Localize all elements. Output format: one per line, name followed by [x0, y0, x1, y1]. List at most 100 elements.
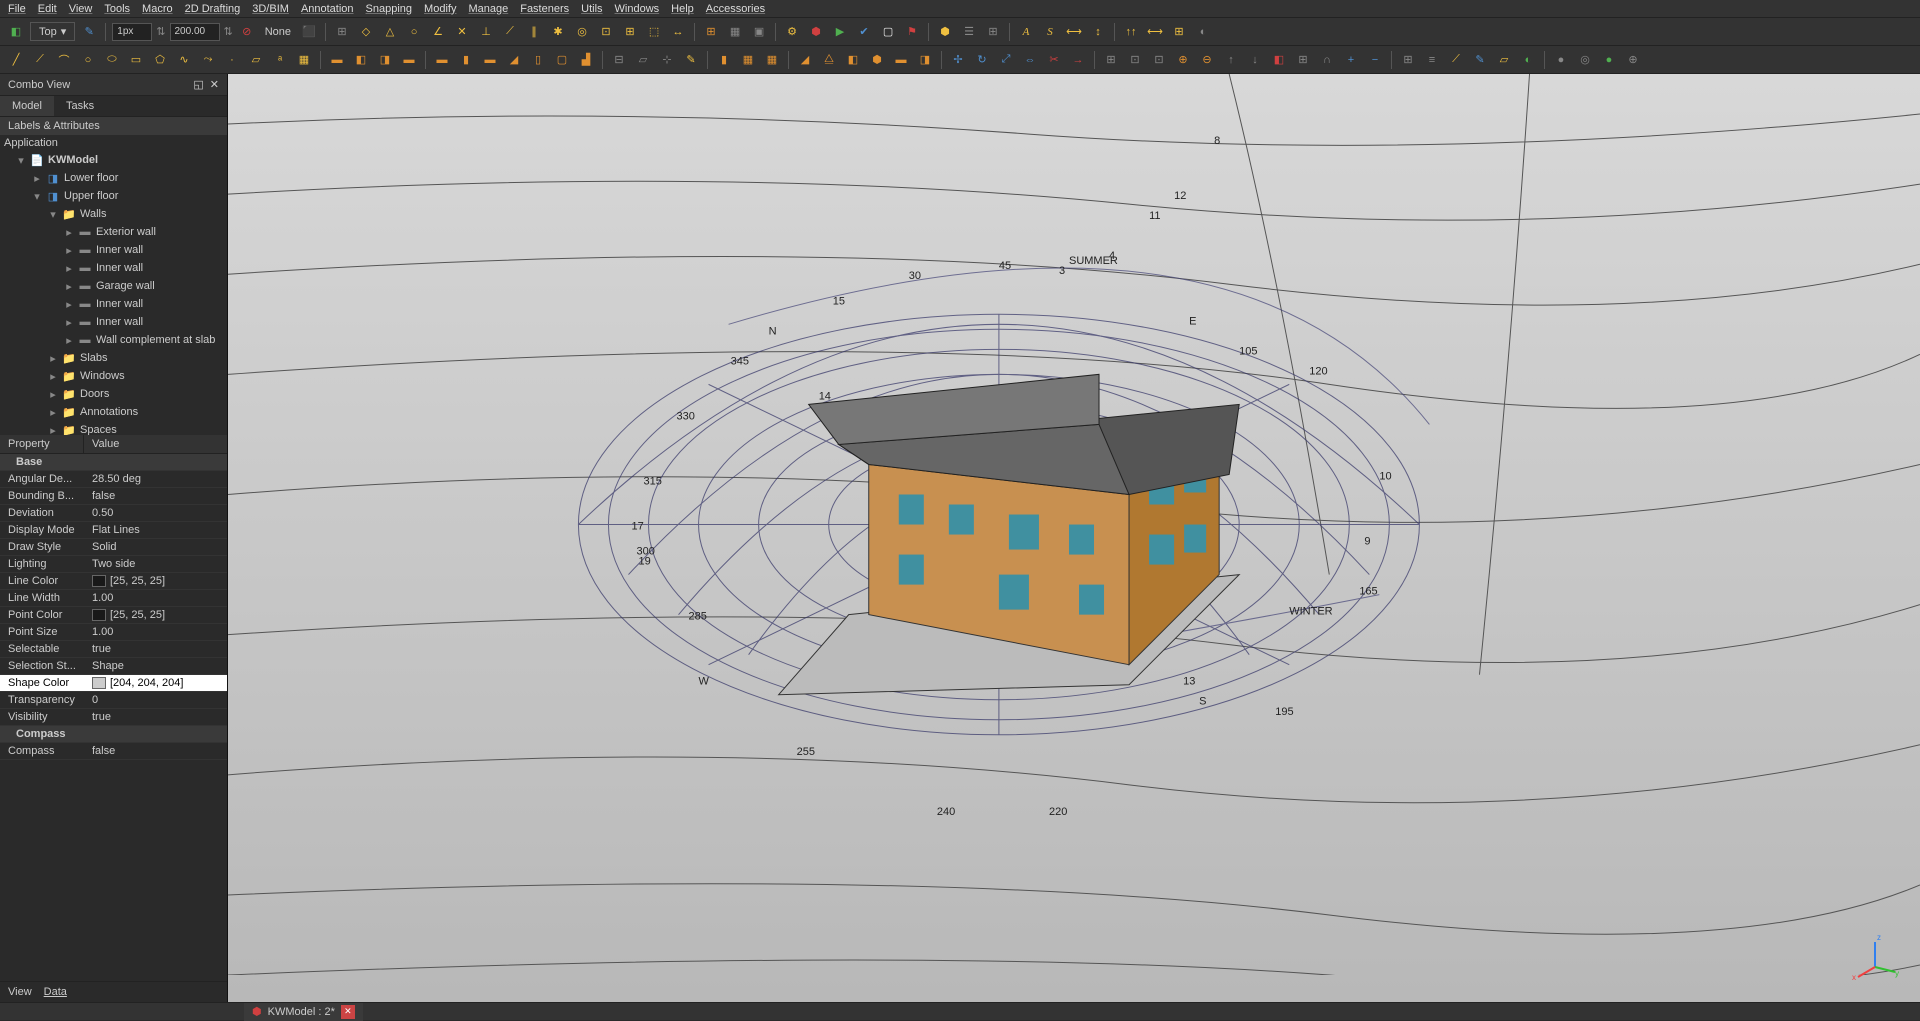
- menu-snapping[interactable]: Snapping: [366, 3, 413, 15]
- prop-display-mode[interactable]: Display ModeFlat Lines: [0, 522, 227, 539]
- prop-line-color[interactable]: Line Color[25, 25, 25]: [0, 573, 227, 590]
- prop-angular-de-[interactable]: Angular De...28.50 deg: [0, 471, 227, 488]
- hatch-icon[interactable]: ▦: [294, 50, 314, 70]
- menu-utils[interactable]: Utils: [581, 3, 602, 15]
- tree-application[interactable]: Application: [0, 135, 227, 151]
- snap-ext-icon[interactable]: ⟋: [500, 22, 520, 42]
- prop-deviation[interactable]: Deviation0.50: [0, 505, 227, 522]
- prop-compass[interactable]: Compassfalse: [0, 743, 227, 760]
- menu-modify[interactable]: Modify: [424, 3, 456, 15]
- bolt-icon[interactable]: ⚙: [782, 22, 802, 42]
- tree-inner-wall[interactable]: ▸▬Inner wall: [0, 259, 227, 277]
- size-input[interactable]: [170, 23, 220, 41]
- beam-icon[interactable]: ▬: [480, 50, 500, 70]
- extend-icon[interactable]: →: [1068, 50, 1088, 70]
- snap-wp-icon[interactable]: ⬚: [644, 22, 664, 42]
- menu-edit[interactable]: Edit: [38, 3, 57, 15]
- brush-icon[interactable]: ✎: [79, 22, 99, 42]
- tree-exterior-wall[interactable]: ▸▬Exterior wall: [0, 223, 227, 241]
- text-a-icon[interactable]: A: [1016, 22, 1036, 42]
- snap-dim-icon[interactable]: ↔: [668, 22, 688, 42]
- flag-icon[interactable]: ⚑: [902, 22, 922, 42]
- tab-tasks[interactable]: Tasks: [54, 96, 106, 116]
- px-input[interactable]: [112, 23, 152, 41]
- truss-icon[interactable]: ⧋: [819, 50, 839, 70]
- line-icon[interactable]: ╱: [6, 50, 26, 70]
- tree-spaces[interactable]: ▸📁Spaces: [0, 421, 227, 435]
- scale-icon[interactable]: ⤢: [996, 50, 1016, 70]
- group-icon[interactable]: ⊞: [1398, 50, 1418, 70]
- dim-4-icon[interactable]: ⟷: [1145, 22, 1165, 42]
- door-icon[interactable]: ▯: [528, 50, 548, 70]
- dim-1-icon[interactable]: ⟷: [1064, 22, 1084, 42]
- polyline-icon[interactable]: ⟋: [30, 50, 50, 70]
- furniture-icon[interactable]: ▬: [891, 50, 911, 70]
- split-icon[interactable]: ⊖: [1197, 50, 1217, 70]
- tree-upper-floor[interactable]: ▾◨Upper floor: [0, 187, 227, 205]
- tree-garage-wall[interactable]: ▸▬Garage wall: [0, 277, 227, 295]
- menu-file[interactable]: File: [8, 3, 26, 15]
- menu-manage[interactable]: Manage: [468, 3, 508, 15]
- roof2-icon[interactable]: ◢: [795, 50, 815, 70]
- layer-icon[interactable]: ≡: [1422, 50, 1442, 70]
- window-icon[interactable]: ▢: [552, 50, 572, 70]
- common-icon[interactable]: ∩: [1317, 50, 1337, 70]
- arc-icon[interactable]: ⌒: [54, 50, 74, 70]
- slab-icon[interactable]: ▬: [432, 50, 452, 70]
- menu-macro[interactable]: Macro: [142, 3, 173, 15]
- dim-3-icon[interactable]: ↑↑: [1121, 22, 1141, 42]
- menu-fasteners[interactable]: Fasteners: [520, 3, 569, 15]
- moon-icon[interactable]: ◐: [1193, 22, 1213, 42]
- menu-help[interactable]: Help: [671, 3, 694, 15]
- trim-icon[interactable]: ✂: [1044, 50, 1064, 70]
- equip-icon[interactable]: ⬢: [867, 50, 887, 70]
- tree-wall-complement[interactable]: ▸▬Wall complement at slab: [0, 331, 227, 349]
- grid2-icon[interactable]: ⊞: [1169, 22, 1189, 42]
- shapestring-icon[interactable]: ᵃ: [270, 50, 290, 70]
- upgrade-icon[interactable]: ↑: [1221, 50, 1241, 70]
- text-s-icon[interactable]: S: [1040, 22, 1060, 42]
- globe-icon[interactable]: ●: [1599, 50, 1619, 70]
- snap-parallel-icon[interactable]: ∥: [524, 22, 544, 42]
- chart-icon[interactable]: ▮: [714, 50, 734, 70]
- circle-icon[interactable]: ○: [78, 50, 98, 70]
- clone-icon[interactable]: ⊡: [1125, 50, 1145, 70]
- point-icon[interactable]: ·: [222, 50, 242, 70]
- tab-model[interactable]: Model: [0, 96, 54, 116]
- menu-3d-bim[interactable]: 3D/BIM: [252, 3, 289, 15]
- cut-icon[interactable]: ◧: [1269, 50, 1289, 70]
- snap-special-icon[interactable]: ✱: [548, 22, 568, 42]
- snap-center-icon[interactable]: ○: [404, 22, 424, 42]
- earth-icon[interactable]: ⊕: [1623, 50, 1643, 70]
- cube-icon[interactable]: ◧: [351, 50, 371, 70]
- window-icon[interactable]: ⊞: [701, 22, 721, 42]
- menu-annotation[interactable]: Annotation: [301, 3, 354, 15]
- menu-accessories[interactable]: Accessories: [706, 3, 765, 15]
- property-panel[interactable]: Base Angular De...28.50 degBounding B...…: [0, 454, 227, 981]
- snap-ortho-icon[interactable]: ⊡: [596, 22, 616, 42]
- join-icon[interactable]: ⊕: [1173, 50, 1193, 70]
- cascade-icon[interactable]: ▣: [749, 22, 769, 42]
- stop-icon[interactable]: ⬢: [806, 22, 826, 42]
- snap-perp-icon[interactable]: ⊥: [476, 22, 496, 42]
- workplane-icon[interactable]: ◧: [6, 22, 26, 42]
- wall-icon[interactable]: ▬: [399, 50, 419, 70]
- snap-end-icon[interactable]: ◇: [356, 22, 376, 42]
- prop-shape-color[interactable]: Shape Color[204, 204, 204]: [0, 675, 227, 692]
- mat-icon[interactable]: ◐: [1518, 50, 1538, 70]
- prop-lighting[interactable]: LightingTwo side: [0, 556, 227, 573]
- rotate-icon[interactable]: ↻: [972, 50, 992, 70]
- torus-icon[interactable]: ◎: [1575, 50, 1595, 70]
- add-icon[interactable]: +: [1341, 50, 1361, 70]
- prop-point-color[interactable]: Point Color[25, 25, 25]: [0, 607, 227, 624]
- col-icon[interactable]: ▮: [456, 50, 476, 70]
- table-icon[interactable]: ⊞: [983, 22, 1003, 42]
- face-icon[interactable]: ▱: [246, 50, 266, 70]
- array-icon[interactable]: ⊞: [1101, 50, 1121, 70]
- tilewin-icon[interactable]: ▦: [725, 22, 745, 42]
- list-icon[interactable]: ☰: [959, 22, 979, 42]
- undock-icon[interactable]: ◱: [193, 78, 203, 91]
- tree-annotations[interactable]: ▸📁Annotations: [0, 403, 227, 421]
- prop-selectable[interactable]: Selectabletrue: [0, 641, 227, 658]
- prop-visibility[interactable]: Visibilitytrue: [0, 709, 227, 726]
